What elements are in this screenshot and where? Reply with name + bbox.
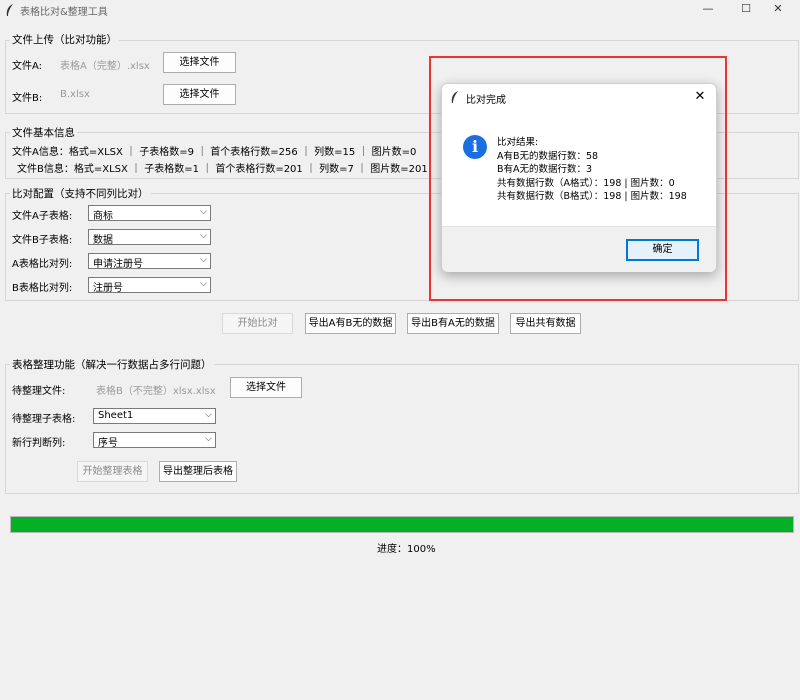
dialog-title: 比对完成 bbox=[466, 95, 506, 106]
chevron-down-icon: ⌵ bbox=[200, 279, 207, 289]
progress-fill bbox=[11, 517, 793, 532]
dialog-close-button[interactable]: ✕ bbox=[690, 87, 710, 107]
app-feather-icon bbox=[6, 4, 13, 16]
export-b-not-a-button[interactable]: 导出B有A无的数据 bbox=[407, 313, 499, 334]
sheet-b-label: 文件B子表格: bbox=[12, 235, 73, 246]
dialog-line: A有B无的数据行数：58 bbox=[497, 150, 599, 162]
start-organize-button[interactable]: 开始整理表格 bbox=[77, 461, 148, 482]
file-a-path: 表格A（完整）.xlsx bbox=[60, 61, 150, 72]
progress-text: 进度：100% bbox=[377, 544, 436, 555]
chevron-down-icon: ⌵ bbox=[205, 410, 212, 420]
title-bar: 表格比对&整理工具 — ☐ ✕ bbox=[0, 0, 800, 20]
chevron-down-icon: ⌵ bbox=[200, 231, 207, 241]
export-common-button[interactable]: 导出共有数据 bbox=[510, 313, 581, 334]
dialog-line: 比对结果: bbox=[497, 137, 539, 148]
break-column-select[interactable]: 序号 ⌵ bbox=[93, 432, 216, 449]
result-dialog: 比对完成 ✕ i 比对结果: A有B无的数据行数：58 B有A无的数据行数：3 … bbox=[441, 83, 717, 272]
dialog-message: 比对结果: A有B无的数据行数：58 B有A无的数据行数：3 共有数据行数（A格… bbox=[497, 136, 687, 204]
sheet-a-select[interactable]: 商标 ⌵ bbox=[88, 205, 211, 222]
choose-file-b-button[interactable]: 选择文件 bbox=[163, 84, 236, 105]
progress-bar bbox=[10, 516, 794, 533]
organize-file-path: 表格B（不完整）xlsx.xlsx bbox=[96, 386, 216, 397]
choose-file-a-button[interactable]: 选择文件 bbox=[163, 52, 236, 73]
column-b-select[interactable]: 注册号 ⌵ bbox=[88, 277, 211, 294]
sheet-a-label: 文件A子表格: bbox=[12, 211, 73, 222]
file-b-path: B.xlsx bbox=[60, 89, 90, 100]
dialog-line: B有A无的数据行数：3 bbox=[497, 164, 593, 175]
choose-organize-file-button[interactable]: 选择文件 bbox=[230, 377, 302, 398]
chevron-down-icon: ⌵ bbox=[200, 207, 207, 217]
organize-sheet-label: 待整理子表格: bbox=[12, 414, 76, 425]
file-b-label: 文件B: bbox=[12, 93, 43, 104]
chevron-down-icon: ⌵ bbox=[205, 434, 212, 444]
compare-config-header: 比对配置（支持不同列比对） bbox=[10, 186, 151, 201]
close-window-button[interactable]: ✕ bbox=[756, 0, 800, 20]
info-icon: i bbox=[463, 135, 487, 159]
export-organized-button[interactable]: 导出整理后表格 bbox=[159, 461, 237, 482]
organize-header: 表格整理功能（解决一行数据占多行问题） bbox=[10, 357, 214, 372]
column-a-label: A表格比对列: bbox=[12, 259, 73, 270]
dialog-feather-icon bbox=[451, 91, 458, 103]
dialog-line: 共有数据行数（A格式）：198 | 图片数：0 bbox=[497, 177, 675, 189]
break-column-label: 新行判断列: bbox=[12, 438, 66, 449]
file-a-info: 文件A信息：格式=XLSX ｜ 子表格数=9 ｜ 首个表格行数=256 ｜ 列数… bbox=[12, 147, 417, 158]
file-info-header: 文件基本信息 bbox=[10, 125, 77, 140]
upload-header: 文件上传（比对功能） bbox=[10, 32, 119, 47]
file-b-info: 文件B信息：格式=XLSX ｜ 子表格数=1 ｜ 首个表格行数=201 ｜ 列数… bbox=[17, 164, 428, 175]
column-a-select[interactable]: 申请注册号 ⌵ bbox=[88, 253, 211, 270]
chevron-down-icon: ⌵ bbox=[200, 255, 207, 265]
start-compare-button[interactable]: 开始比对 bbox=[222, 313, 293, 334]
export-a-not-b-button[interactable]: 导出A有B无的数据 bbox=[305, 313, 396, 334]
organize-file-label: 待整理文件: bbox=[12, 386, 66, 397]
dialog-footer: 确定 bbox=[442, 226, 716, 272]
ok-button[interactable]: 确定 bbox=[626, 239, 699, 261]
sheet-b-select[interactable]: 数据 ⌵ bbox=[88, 229, 211, 246]
dialog-line: 共有数据行数（B格式）：198 | 图片数：198 bbox=[497, 191, 687, 202]
column-b-label: B表格比对列: bbox=[12, 283, 73, 294]
organize-sheet-select[interactable]: Sheet1 ⌵ bbox=[93, 408, 216, 424]
window-title: 表格比对&整理工具 bbox=[20, 7, 108, 18]
file-a-label: 文件A: bbox=[12, 61, 43, 72]
